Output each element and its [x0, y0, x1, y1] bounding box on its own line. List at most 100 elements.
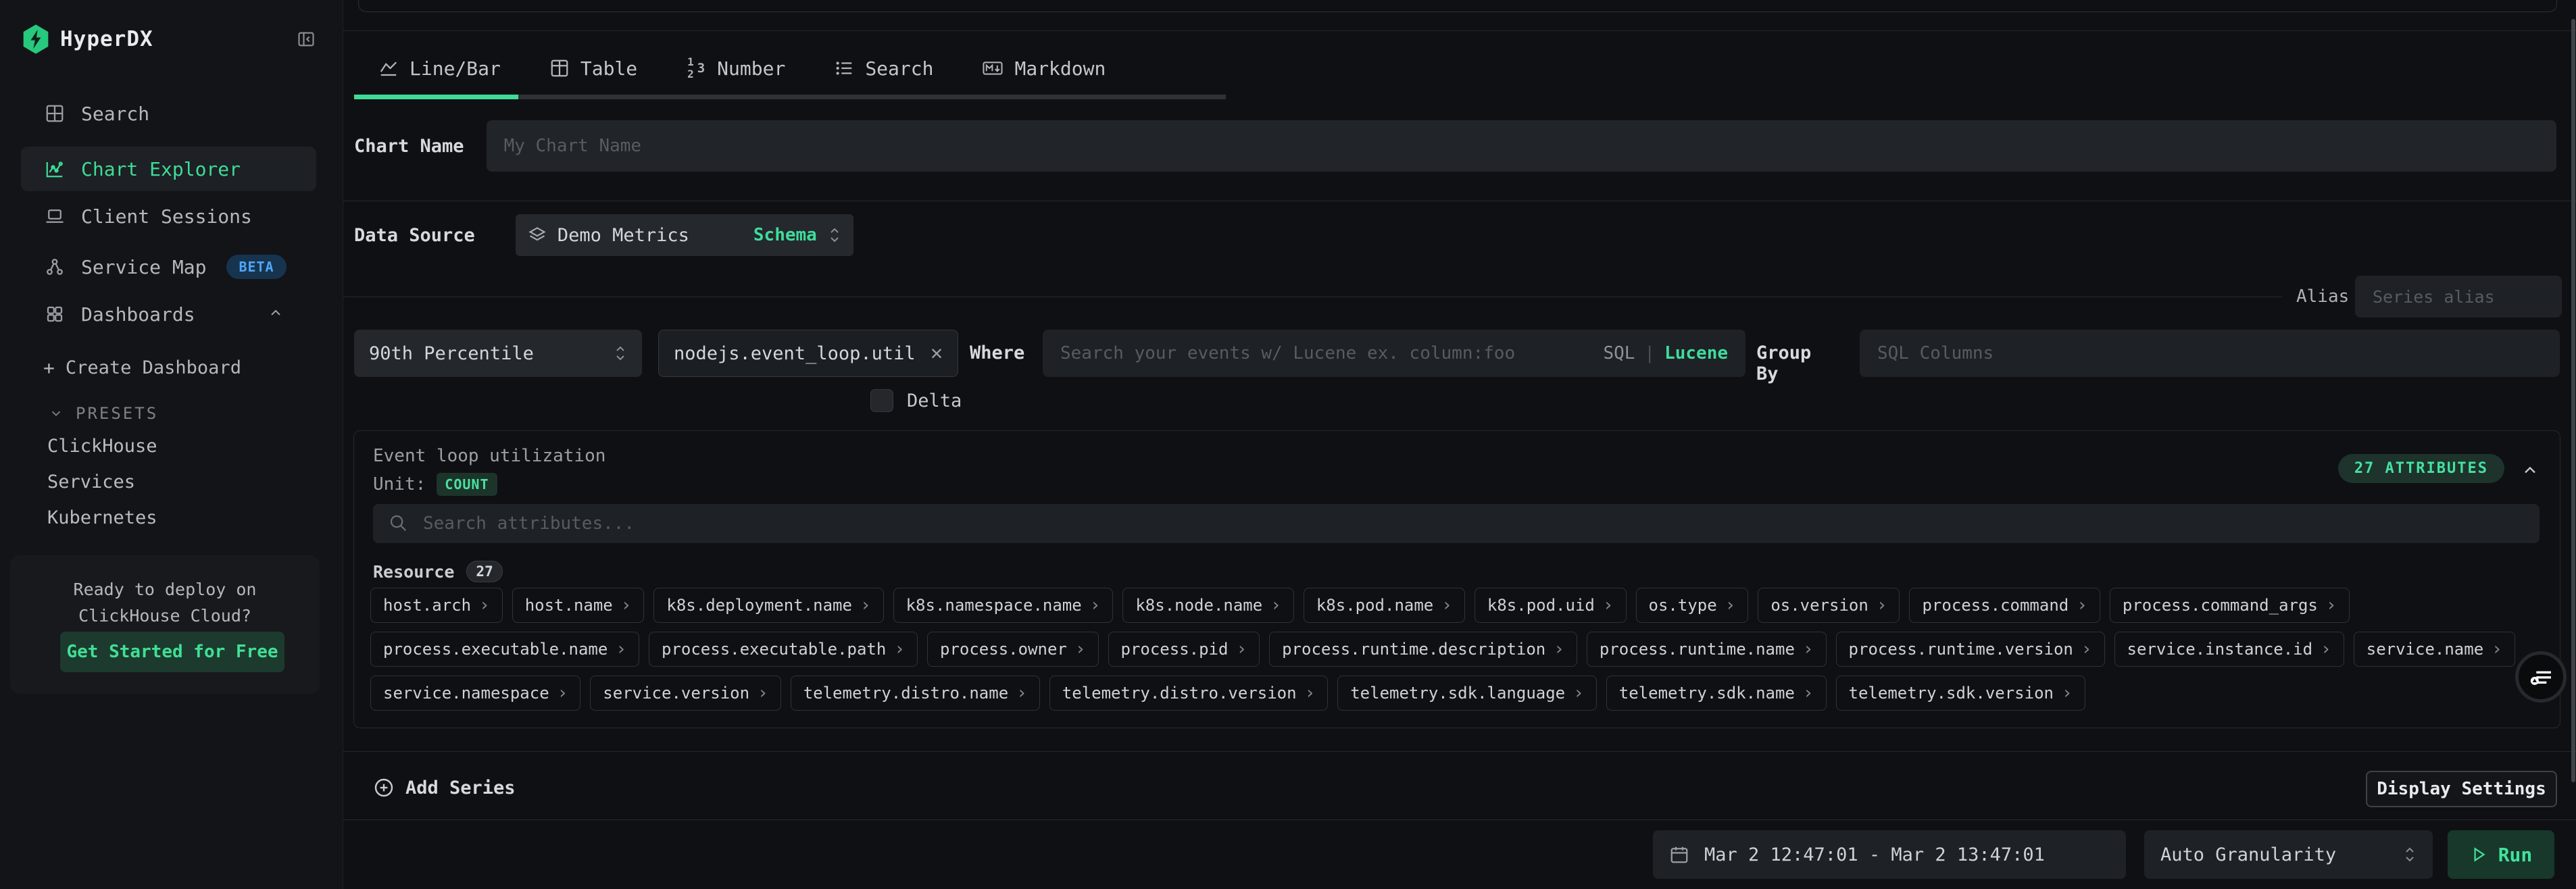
- time-range-picker[interactable]: Mar 2 12:47:01 - Mar 2 13:47:01: [1653, 830, 2126, 879]
- attribute-chip[interactable]: telemetry.sdk.language›: [1337, 676, 1597, 711]
- presets-label: PRESETS: [76, 404, 158, 423]
- brand-name: HyperDX: [60, 27, 153, 51]
- attribute-chip[interactable]: k8s.deployment.name›: [653, 588, 883, 623]
- line-chart-icon: [378, 58, 399, 78]
- attributes-count-badge: 27 ATTRIBUTES: [2338, 454, 2504, 483]
- metric-chip[interactable]: nodejs.event_loop.util ✕: [658, 330, 958, 377]
- calendar-icon: [1669, 844, 1689, 865]
- tab-number[interactable]: 123 Number: [662, 42, 810, 95]
- display-settings-button[interactable]: Display Settings: [2366, 771, 2557, 807]
- attribute-chip-label: process.runtime.version: [1849, 640, 2073, 659]
- preset-item-clickhouse[interactable]: ClickHouse: [47, 436, 157, 457]
- sidebar-item-service-map[interactable]: Service Map BETA: [21, 245, 316, 289]
- attributes-panel: Event loop utilization Unit: COUNT 27 AT…: [353, 430, 2560, 728]
- scrollbar[interactable]: [2571, 19, 2575, 782]
- chart-name-input[interactable]: [487, 120, 2556, 172]
- chevron-right-icon: ›: [1441, 595, 1452, 615]
- attribute-chip-row: host.arch› host.name›k8s.deployment.name›…: [370, 588, 2544, 623]
- attribute-chip[interactable]: process.runtime.name›: [1587, 632, 1827, 667]
- attribute-chip[interactable]: os.type›: [1636, 588, 1749, 623]
- chevron-right-icon: ›: [1803, 639, 1814, 659]
- chevron-right-icon: ›: [479, 595, 490, 615]
- attribute-chip[interactable]: process.owner›: [927, 632, 1099, 667]
- attribute-chip[interactable]: telemetry.distro.version›: [1049, 676, 1328, 711]
- add-series-button[interactable]: Add Series: [373, 767, 516, 808]
- preset-item-services[interactable]: Services: [47, 472, 135, 492]
- aggregation-select[interactable]: 90th Percentile: [354, 330, 642, 377]
- attribute-chip[interactable]: k8s.pod.name›: [1304, 588, 1465, 623]
- attribute-search-input[interactable]: [373, 504, 2540, 543]
- tab-label: Markdown: [1014, 57, 1106, 80]
- active-tab-underline: [354, 95, 518, 99]
- presets-toggle[interactable]: PRESETS: [49, 404, 158, 423]
- lucene-toggle[interactable]: Lucene: [1664, 343, 1728, 363]
- chevron-right-icon: ›: [894, 639, 905, 659]
- attribute-chip[interactable]: service.namespace›: [370, 676, 580, 711]
- data-source-select[interactable]: Demo Metrics Schema: [516, 214, 853, 256]
- tab-line-bar[interactable]: Line/Bar: [354, 42, 525, 95]
- chevron-right-icon: ›: [558, 683, 568, 703]
- schema-link[interactable]: Schema: [753, 225, 817, 245]
- data-source-row: Data Source Demo Metrics Schema: [354, 214, 853, 256]
- create-dashboard-button[interactable]: + Create Dashboard: [43, 357, 241, 379]
- attribute-chip[interactable]: host.arch›: [370, 588, 503, 623]
- chevron-down-icon: [49, 406, 64, 421]
- attribute-chip[interactable]: service.name›: [2354, 632, 2515, 667]
- attribute-chip[interactable]: process.command_args›: [2110, 588, 2350, 623]
- sidebar-item-search[interactable]: Search: [21, 91, 316, 136]
- sidebar-collapse-button[interactable]: [297, 30, 316, 51]
- run-button[interactable]: Run: [2448, 830, 2554, 879]
- attribute-chip[interactable]: k8s.namespace.name›: [893, 588, 1114, 623]
- attribute-chip[interactable]: telemetry.sdk.version›: [1836, 676, 2085, 711]
- metric-description: Event loop utilization: [373, 446, 605, 466]
- tab-table[interactable]: Table: [525, 42, 662, 95]
- attribute-chip[interactable]: process.executable.name›: [370, 632, 639, 667]
- tab-markdown[interactable]: Markdown: [958, 42, 1130, 95]
- layers-icon: [528, 226, 547, 245]
- attribute-chip[interactable]: os.version›: [1758, 588, 1900, 623]
- tab-search[interactable]: Search: [810, 42, 958, 95]
- group-by-input[interactable]: [1860, 330, 2560, 377]
- chevron-up-icon[interactable]: [268, 303, 284, 326]
- chevron-right-icon: ›: [621, 595, 632, 615]
- delta-label: Delta: [907, 390, 962, 411]
- chevron-right-icon: ›: [1725, 595, 1736, 615]
- attribute-chip-label: k8s.pod.uid: [1487, 596, 1595, 615]
- attribute-chip[interactable]: service.instance.id›: [2114, 632, 2344, 667]
- delta-checkbox[interactable]: [870, 389, 893, 412]
- granularity-select[interactable]: Auto Granularity: [2144, 830, 2433, 879]
- preset-item-kubernetes[interactable]: Kubernetes: [47, 507, 157, 528]
- attribute-chip[interactable]: process.command›: [1909, 588, 2100, 623]
- selector-chevrons-icon: [2403, 846, 2417, 863]
- sidebar-item-chart-explorer[interactable]: Chart Explorer: [21, 147, 316, 191]
- get-started-button[interactable]: Get Started for Free: [60, 632, 284, 672]
- attribute-chip[interactable]: process.runtime.description›: [1269, 632, 1577, 667]
- attribute-chip[interactable]: process.pid›: [1108, 632, 1260, 667]
- sidebar-item-client-sessions[interactable]: Client Sessions: [21, 194, 316, 238]
- attribute-chip[interactable]: telemetry.distro.name›: [791, 676, 1040, 711]
- attribute-chip[interactable]: service.version›: [590, 676, 781, 711]
- chevron-right-icon: ›: [860, 595, 871, 615]
- attribute-chip[interactable]: k8s.pod.uid›: [1475, 588, 1627, 623]
- floating-widget-button[interactable]: [2515, 651, 2567, 703]
- granularity-value: Auto Granularity: [2160, 844, 2336, 865]
- sql-toggle[interactable]: SQL: [1603, 343, 1635, 363]
- sidebar-item-dashboards[interactable]: Dashboards: [21, 292, 316, 336]
- attribute-chip-label: process.executable.name: [383, 640, 608, 659]
- attribute-chip[interactable]: telemetry.sdk.name›: [1606, 676, 1827, 711]
- alias-input[interactable]: [2355, 276, 2562, 318]
- resource-group-header: Resource 27: [373, 561, 503, 582]
- promo-card: Ready to deploy on ClickHouse Cloud? Get…: [10, 555, 320, 694]
- chevron-up-icon[interactable]: [2521, 461, 2540, 482]
- attribute-chip[interactable]: k8s.node.name›: [1122, 588, 1294, 623]
- attribute-chip-label: process.command_args: [2123, 596, 2318, 615]
- attribute-chip-label: service.name: [2367, 640, 2483, 659]
- chevron-right-icon: ›: [1554, 639, 1564, 659]
- attribute-chip[interactable]: host.name›: [512, 588, 645, 623]
- group-by-label: Group By: [1756, 342, 1811, 384]
- attribute-chip[interactable]: process.runtime.version›: [1836, 632, 2105, 667]
- where-field: SQL | Lucene: [1043, 330, 1745, 377]
- attribute-chip[interactable]: process.executable.path›: [649, 632, 918, 667]
- attribute-chip-label: telemetry.distro.name: [803, 684, 1008, 703]
- close-icon[interactable]: ✕: [931, 343, 943, 363]
